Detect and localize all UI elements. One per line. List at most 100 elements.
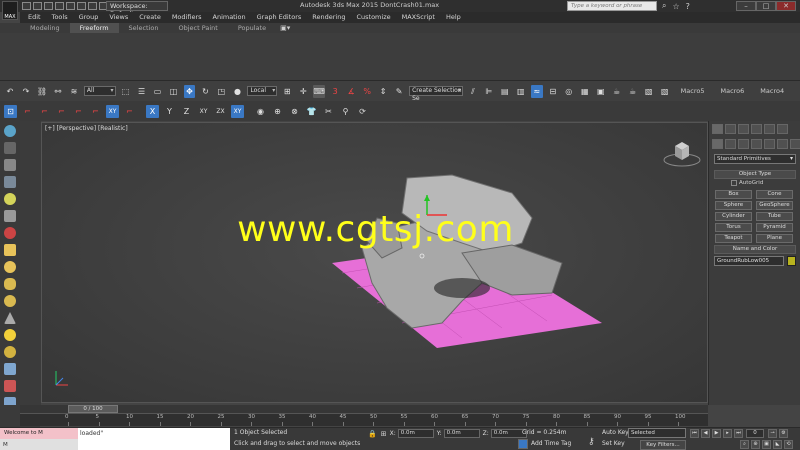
lock-selection-icon[interactable]: 🔒 [368,430,377,438]
curve-editor-icon[interactable]: ≈ [530,84,543,98]
redo-icon[interactable] [66,2,75,10]
maxscript-listener-button[interactable]: M [0,439,78,450]
new-file-icon[interactable] [22,2,31,10]
current-frame-field[interactable]: 0 [746,429,764,438]
menu-animation[interactable]: Animation [213,12,246,23]
key-mode-dropdown[interactable]: Selected [628,428,686,438]
container-update-icon[interactable]: ⟳ [356,105,369,118]
cone-primitive-icon[interactable] [4,312,16,324]
tube-button[interactable]: Tube [756,212,793,221]
undo-icon[interactable] [55,2,64,10]
particle-icon[interactable] [4,380,16,392]
place-icon[interactable]: ● [231,85,243,98]
key-mode-toggle-icon[interactable]: ⊸ [768,429,777,438]
schematic-view-icon[interactable]: ⊟ [547,85,559,98]
render-iterative-icon[interactable]: ☕ [627,85,639,98]
time-slider-thumb[interactable]: 0 / 100 [68,405,118,413]
snap-edge-icon[interactable]: ⌐ [55,105,68,118]
render-setup-icon[interactable]: ▦ [579,85,591,98]
geosphere-button[interactable]: GeoSphere [756,201,793,210]
axis-z-button[interactable]: Z [180,105,193,118]
layer-explorer-icon[interactable] [4,142,16,154]
field-of-view-icon[interactable]: ◣ [773,440,782,449]
name-and-color-rollout[interactable]: Name and Color [714,245,796,254]
container-icon[interactable]: ◉ [254,105,267,118]
undo-icon[interactable]: ↶ [4,85,16,98]
graphite-tools-icon[interactable]: ▥ [515,85,527,98]
tshirt-icon[interactable]: 👕 [305,105,318,118]
add-time-tag-button[interactable]: Add Time Tag [531,440,571,447]
percent-snap-icon[interactable]: % [361,85,373,98]
primitive-type-dropdown[interactable]: Standard Primitives [714,154,796,164]
tab-modeling[interactable]: Modeling [20,23,70,33]
zoom-all-icon[interactable]: ⊕ [751,440,760,449]
snap-grid-points-icon[interactable]: XY [106,104,119,118]
y-coordinate-field[interactable]: 0.0m [443,429,480,438]
unlink-icon[interactable]: ⚯ [52,85,64,98]
camera-icon[interactable] [4,210,16,222]
angle-snap-icon[interactable]: ∡ [345,85,357,98]
macro4-button[interactable]: Macro4 [760,87,784,95]
scene-explorer-icon[interactable] [4,125,16,137]
redo-icon[interactable]: ↷ [20,85,32,98]
close-button[interactable]: ✕ [776,1,796,11]
axis-xy-button[interactable]: XY [197,105,210,118]
geometry-category-icon[interactable] [712,139,723,149]
x-coordinate-field[interactable]: 0.0m [397,429,434,438]
menu-rendering[interactable]: Rendering [312,12,345,23]
menu-views[interactable]: Views [109,12,128,23]
cylinder-primitive-icon[interactable] [4,278,16,290]
snap-face-icon[interactable]: ⌐ [72,105,85,118]
time-configuration-icon[interactable]: ⚙ [779,429,788,438]
snap-pivot-icon[interactable]: ⌐ [89,105,102,118]
autogrid-checkbox-box[interactable] [731,180,737,186]
torus-button[interactable]: Torus [715,223,752,232]
geosphere-primitive-icon[interactable] [4,346,16,358]
teapot-button[interactable]: Teapot [715,234,752,243]
maximize-button[interactable]: □ [756,1,776,11]
axis-zx-button[interactable]: ZX [214,105,227,118]
menu-edit[interactable]: Edit [28,12,41,23]
pyramid-button[interactable]: Pyramid [756,223,793,232]
tab-selection[interactable]: Selection [119,23,169,33]
plane-button[interactable]: Plane [756,234,793,243]
hold-icon[interactable] [77,2,86,10]
star-icon[interactable]: ☆ [672,2,679,11]
axis-x-button[interactable]: X [146,104,159,118]
modify-tab-icon[interactable] [725,124,736,134]
menu-customize[interactable]: Customize [356,12,390,23]
container-open-icon[interactable]: ⊕ [271,105,284,118]
named-selection-dropdown[interactable]: Create Selection Se [409,86,463,102]
rendered-frame-icon[interactable]: ▣ [595,85,607,98]
perspective-viewport[interactable]: [+] [Perspective] [Realistic] www.cgtsj.… [41,122,708,403]
zoom-extents-icon[interactable]: ▣ [762,440,771,449]
macro5-button[interactable]: Macro5 [681,87,705,95]
bone-icon[interactable] [4,227,16,239]
key-filters-button[interactable]: Key Filters... [640,440,686,450]
time-tag-icon[interactable] [518,439,528,449]
motion-tab-icon[interactable] [751,124,762,134]
cone-button[interactable]: Cone [756,190,793,199]
menu-graph-editors[interactable]: Graph Editors [257,12,302,23]
search-input[interactable]: Type a keyword or phrase [567,1,657,11]
cylinder-button[interactable]: Cylinder [715,212,752,221]
pivot-center-icon[interactable]: ⊞ [281,85,293,98]
lights-category-icon[interactable] [738,139,749,149]
select-by-name-icon[interactable]: ☰ [136,85,148,98]
track-bar[interactable]: 0 5 10 15 20 25 30 35 40 45 50 55 60 65 70 75 80 85 90 95 10… [20,413,708,426]
go-to-start-icon[interactable]: ⏮ [690,429,699,438]
bind-space-warp-icon[interactable]: ≋ [68,85,80,98]
menu-create[interactable]: Create [139,12,161,23]
space-warps-category-icon[interactable] [777,139,788,149]
shapes-category-icon[interactable] [725,139,736,149]
edit-named-selection-icon[interactable]: ✎ [393,85,405,98]
render-online-icon[interactable]: ▧ [659,85,671,98]
select-scale-icon[interactable]: ◳ [215,85,227,98]
orbit-icon[interactable]: ⟲ [784,440,793,449]
maxscript-mini-listener[interactable]: Welcome to M [0,428,78,439]
rectangular-selection-icon[interactable]: ▭ [152,85,164,98]
binoculars-icon[interactable]: ⌕ [662,1,666,11]
hierarchy-tab-icon[interactable] [738,124,749,134]
ribbon-options-icon[interactable]: ▣▾ [280,24,290,32]
go-to-end-icon[interactable]: ⏭ [734,429,743,438]
